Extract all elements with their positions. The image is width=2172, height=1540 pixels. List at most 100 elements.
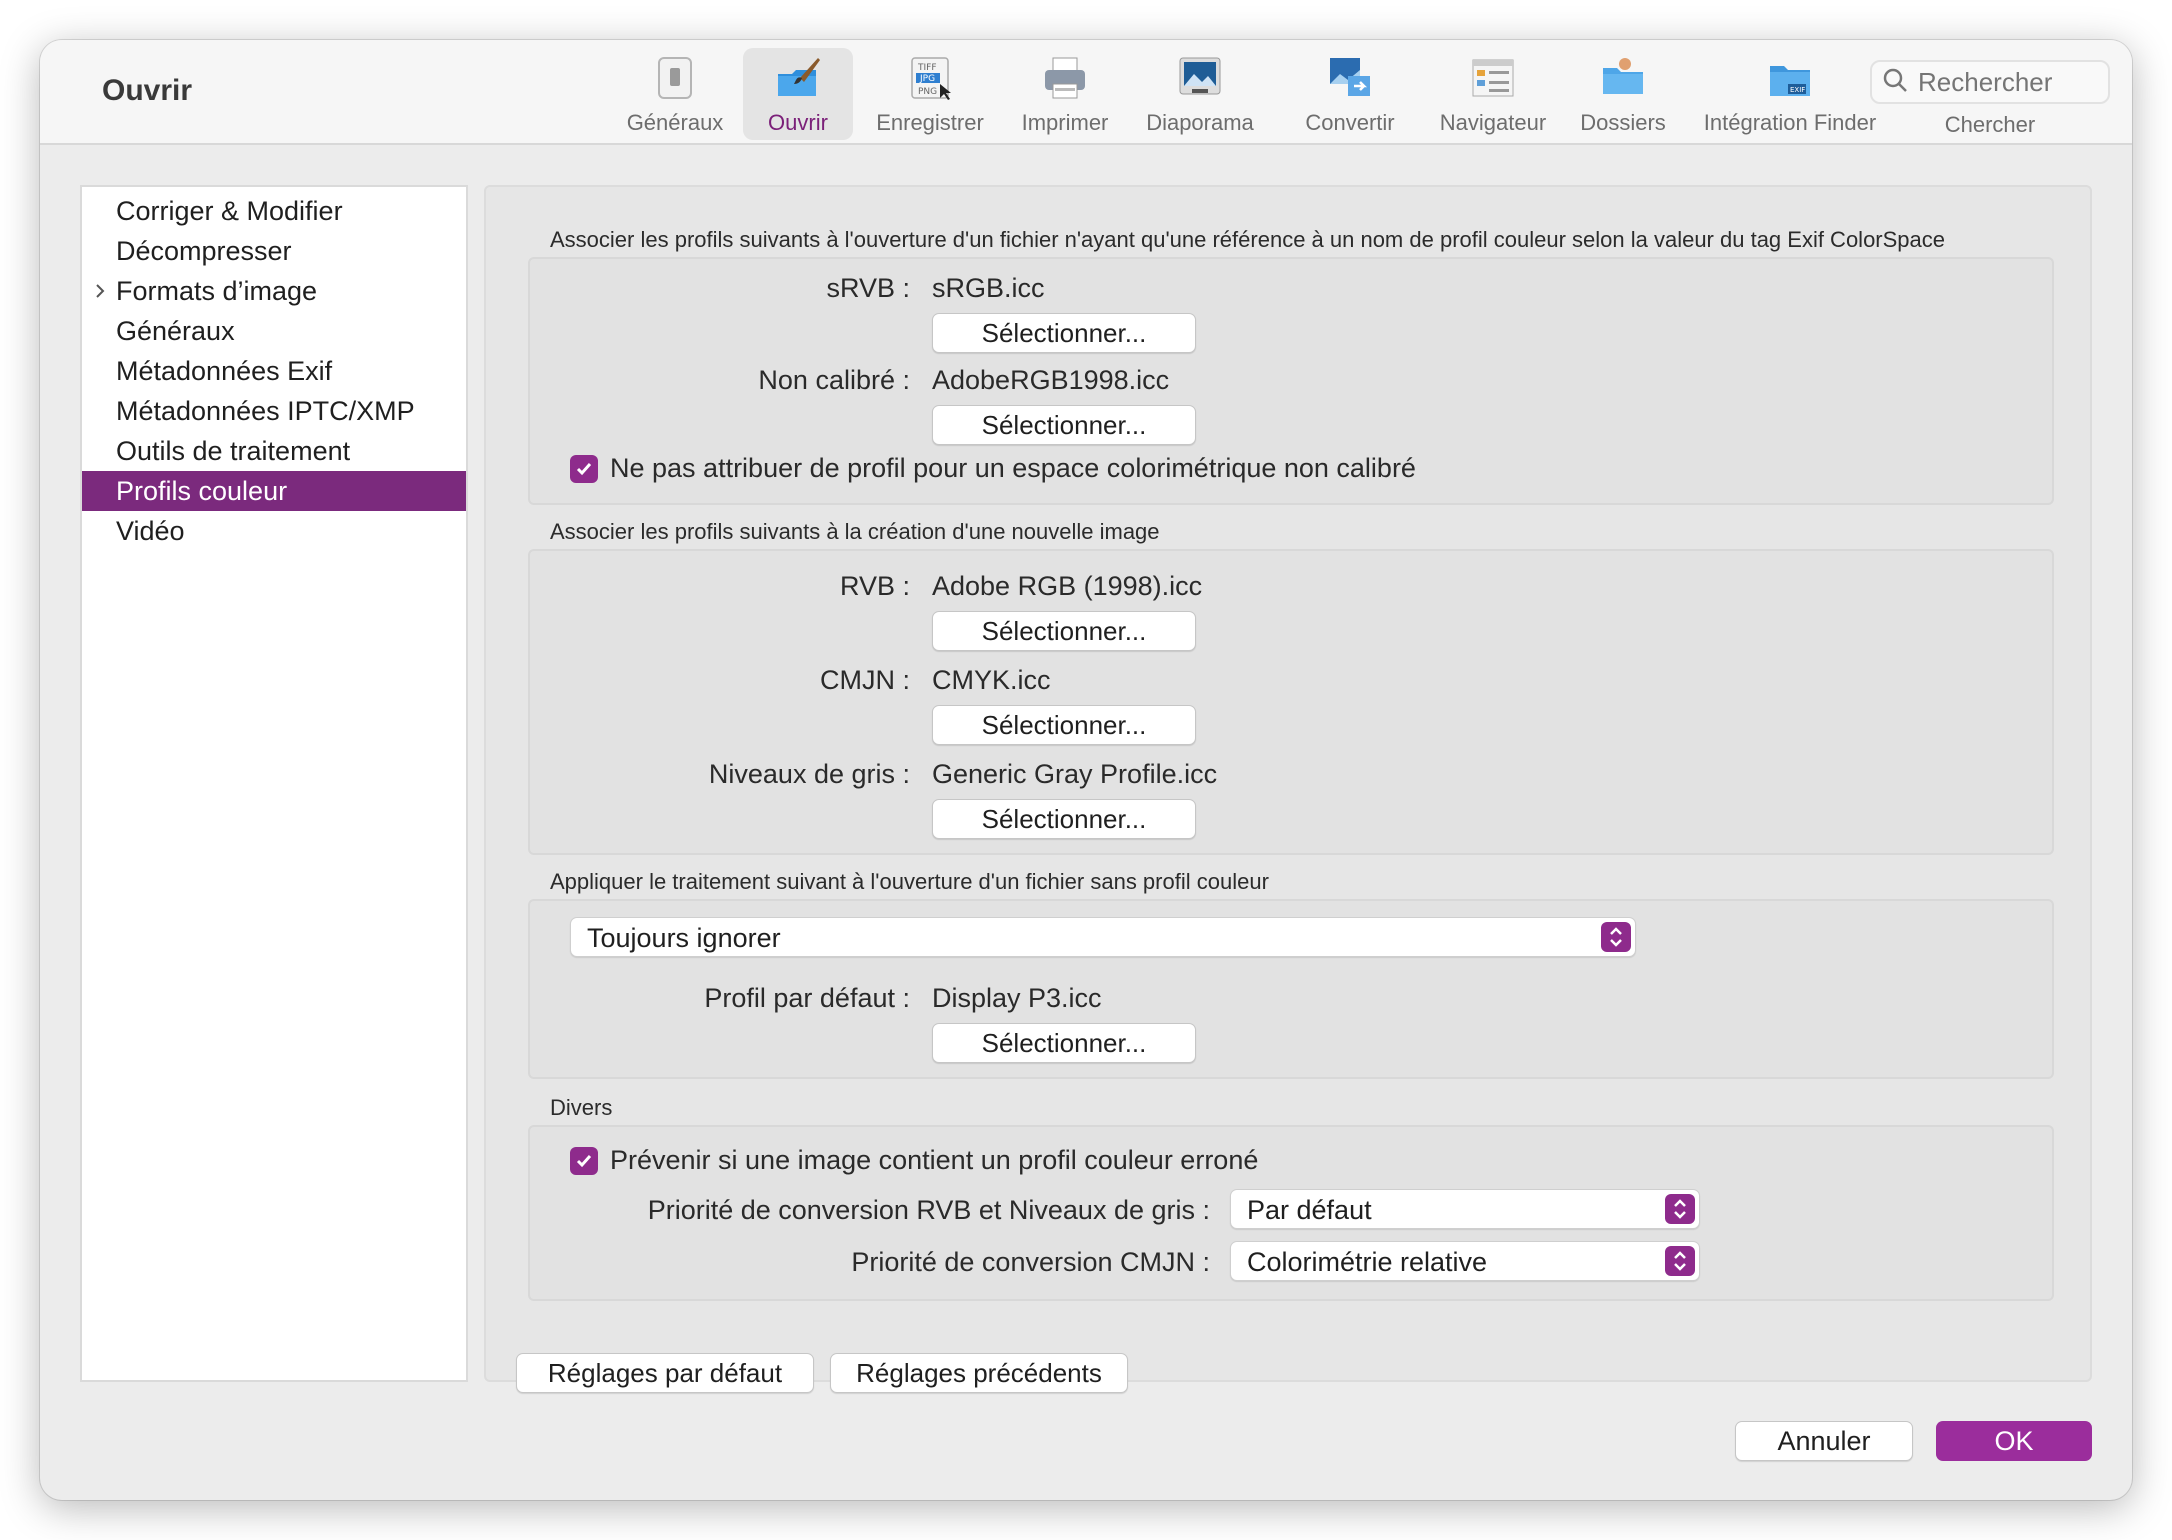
cmyk-priority-label: Priorité de conversion CMJN : [851, 1247, 1210, 1277]
toolbar: Ouvrir Généraux Ouvrir TIFF JPG PNG Enregi… [40, 40, 2132, 145]
tool-label: Navigateur [1439, 110, 1547, 135]
select-uncalibrated-button[interactable]: Sélectionner... [932, 405, 1196, 445]
sidebar-item-label: Métadonnées Exif [116, 356, 333, 386]
previous-settings-button[interactable]: Réglages précédents [830, 1353, 1128, 1393]
uncalibrated-label: Non calibré : [758, 365, 910, 395]
default-profile-value: Display P3.icc [932, 983, 1102, 1013]
cmyk-label: CMJN : [820, 665, 910, 695]
slideshow-icon [1176, 54, 1224, 102]
sidebar-item-label: Profils couleur [116, 476, 288, 506]
tool-label: Diaporama [1146, 110, 1254, 135]
updown-chevron-icon [1601, 922, 1631, 952]
tool-label: Convertir [1305, 110, 1395, 135]
cancel-button[interactable]: Annuler [1735, 1421, 1913, 1461]
sidebar-item-label: Généraux [116, 316, 235, 346]
checkmark-icon [576, 1155, 592, 1168]
select-rgb-button[interactable]: Sélectionner... [932, 611, 1196, 651]
tool-label: Ouvrir [768, 110, 828, 135]
sidebar-item-label: Métadonnées IPTC/XMP [116, 396, 415, 426]
tool-ouvrir[interactable]: Ouvrir [743, 48, 853, 140]
srgb-value: sRGB.icc [932, 273, 1045, 303]
tool-convertir[interactable]: Convertir [1290, 48, 1410, 140]
tool-dossiers[interactable]: Dossiers [1568, 48, 1678, 140]
select-cmyk-button[interactable]: Sélectionner... [932, 705, 1196, 745]
search-label: Chercher [1944, 112, 2036, 137]
cmyk-value: CMYK.icc [932, 665, 1051, 695]
window-title: Ouvrir [102, 74, 193, 107]
paintbrush-icon [774, 54, 822, 102]
rgb-value: Adobe RGB (1998).icc [932, 571, 1203, 601]
sidebar-item-profils-couleur[interactable]: Profils couleur [82, 471, 466, 511]
uncalibrated-value: AdobeRGB1998.icc [932, 365, 1170, 395]
warn-bad-profile-label: Prévenir si une image contient un profil… [610, 1145, 1259, 1175]
tool-generaux[interactable]: Généraux [620, 48, 730, 140]
file-formats-icon: TIFF JPG PNG [906, 54, 954, 102]
preferences-window: Ouvrir Généraux Ouvrir TIFF JPG PNG Enregi… [40, 40, 2132, 1500]
tool-enregistrer[interactable]: TIFF JPG PNG Enregistrer [860, 48, 1000, 140]
sidebar-item-decompresser[interactable]: Décompresser [82, 231, 466, 271]
defaults-button[interactable]: Réglages par défaut [516, 1353, 814, 1393]
sidebar-item-video[interactable]: Vidéo [82, 511, 466, 551]
cmyk-priority-select[interactable]: Colorimétrie relative [1230, 1241, 1700, 1281]
exif-profiles-group: sRVB : sRGB.icc Sélectionner... Non cali… [528, 257, 2054, 505]
srgb-label: sRVB : [826, 273, 910, 303]
select-value: Toujours ignorer [587, 923, 781, 953]
search-field[interactable] [1870, 60, 2110, 104]
sidebar-item-generaux[interactable]: Généraux [82, 311, 466, 351]
search-input[interactable] [1918, 66, 2108, 98]
select-grayscale-button[interactable]: Sélectionner... [932, 799, 1196, 839]
grayscale-label: Niveaux de gris : [708, 759, 910, 789]
finder-folder-icon: EXIF [1766, 54, 1814, 102]
sidebar-item-label: Outils de traitement [116, 436, 351, 466]
sidebar-item-corriger[interactable]: Corriger & Modifier [82, 191, 466, 231]
no-profile-uncalibrated-label: Ne pas attribuer de profil pour un espac… [610, 453, 1416, 483]
sidebar-item-label: Décompresser [116, 236, 292, 266]
tool-label: Intégration Finder [1703, 110, 1877, 135]
rgb-label: RVB : [839, 571, 910, 601]
tool-label: Dossiers [1580, 110, 1666, 135]
tool-label: Enregistrer [876, 110, 984, 135]
tool-integration-finder[interactable]: EXIF Intégration Finder [1690, 48, 1890, 140]
updown-chevron-icon [1665, 1246, 1695, 1276]
tool-navigateur[interactable]: Navigateur [1425, 48, 1561, 140]
category-sidebar: Corriger & Modifier Décompresser Formats… [80, 185, 468, 1382]
tool-diaporama[interactable]: Diaporama [1130, 48, 1270, 140]
search-icon [1882, 67, 1908, 98]
sidebar-item-outils[interactable]: Outils de traitement [82, 431, 466, 471]
ok-button[interactable]: OK [1936, 1421, 2092, 1461]
sidebar-item-label: Vidéo [116, 516, 185, 546]
tool-imprimer[interactable]: Imprimer [1000, 48, 1130, 140]
tool-label: Généraux [626, 110, 724, 135]
no-profile-uncalibrated-checkbox[interactable] [570, 455, 598, 483]
no-profile-action-select[interactable]: Toujours ignorer [570, 917, 1636, 957]
sidebar-item-exif[interactable]: Métadonnées Exif [82, 351, 466, 391]
section-title-new-image: Associer les profils suivants à la créat… [550, 519, 1160, 544]
svg-text:EXIF: EXIF [1790, 86, 1805, 94]
sidebar-item-label: Corriger & Modifier [116, 196, 343, 226]
select-value: Par défaut [1247, 1195, 1372, 1225]
select-value: Colorimétrie relative [1247, 1247, 1488, 1277]
svg-text:PNG: PNG [918, 87, 937, 97]
warn-bad-profile-checkbox[interactable] [570, 1147, 598, 1175]
browser-icon [1469, 54, 1517, 102]
grayscale-value: Generic Gray Profile.icc [932, 759, 1218, 789]
section-title-no-profile: Appliquer le traitement suivant à l'ouve… [550, 869, 1269, 894]
checkmark-icon [576, 463, 592, 476]
updown-chevron-icon [1665, 1194, 1695, 1224]
section-title-exif: Associer les profils suivants à l'ouvert… [550, 227, 1946, 252]
new-image-profiles-group: RVB : Adobe RGB (1998).icc Sélectionner.… [528, 549, 2054, 855]
tool-label: Imprimer [1021, 110, 1109, 135]
sidebar-item-formats[interactable]: Formats d’image [82, 271, 466, 311]
misc-group: Prévenir si une image contient un profil… [528, 1125, 2054, 1301]
color-profiles-panel: Associer les profils suivants à l'ouvert… [484, 185, 2092, 1393]
sidebar-item-iptc[interactable]: Métadonnées IPTC/XMP [82, 391, 466, 431]
sidebar-item-label: Formats d’image [116, 276, 318, 306]
default-profile-label: Profil par défaut : [704, 983, 910, 1013]
rgb-priority-select[interactable]: Par défaut [1230, 1189, 1700, 1229]
rgb-priority-label: Priorité de conversion RVB et Niveaux de… [647, 1195, 1210, 1225]
select-srgb-button[interactable]: Sélectionner... [932, 313, 1196, 353]
select-default-profile-button[interactable]: Sélectionner... [932, 1023, 1196, 1063]
convert-icon [1326, 54, 1374, 102]
folder-icon [1599, 54, 1647, 102]
no-profile-group: Toujours ignorer Profil par défaut : Dis… [528, 899, 2054, 1079]
